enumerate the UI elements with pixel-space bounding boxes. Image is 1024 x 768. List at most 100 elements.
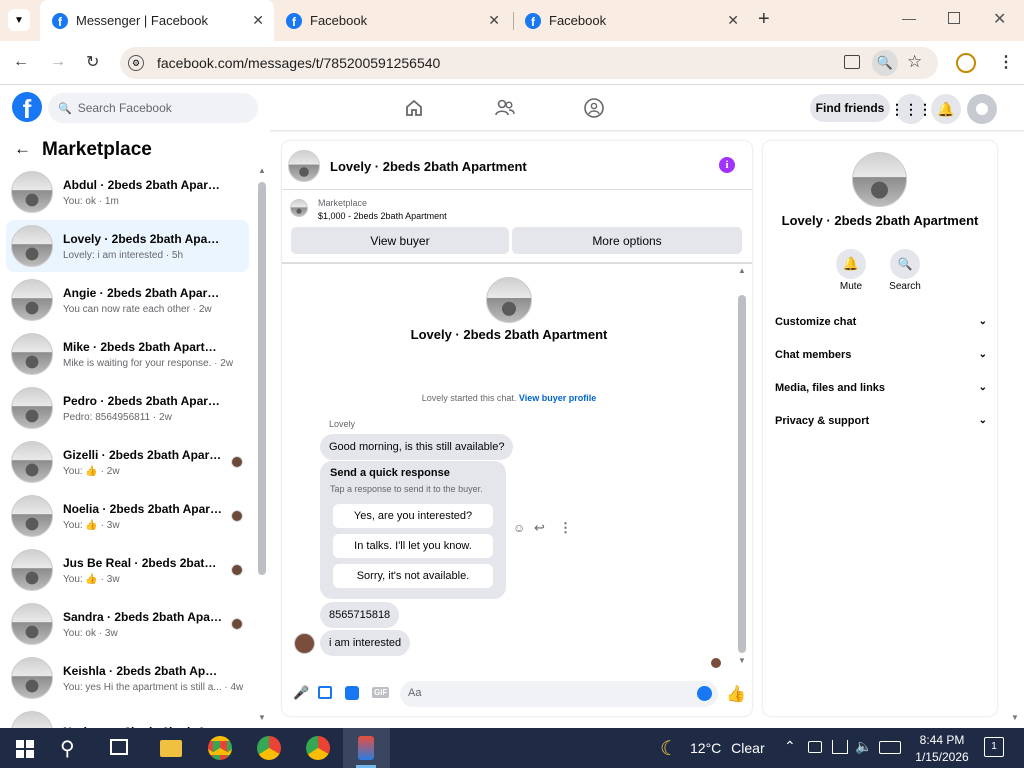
new-tab-button[interactable]: +: [758, 8, 770, 31]
message-more-icon[interactable]: ⋮: [559, 520, 572, 536]
chat-profile-avatar[interactable]: [486, 277, 532, 323]
pinned-app-icon[interactable]: [358, 736, 374, 760]
browser-menu-icon[interactable]: ⋮: [998, 52, 1014, 72]
find-friends-button[interactable]: Find friends: [810, 94, 890, 122]
more-options-button[interactable]: More options: [512, 227, 742, 254]
page-scroll-down-arrow-icon[interactable]: ▼: [1011, 713, 1019, 722]
back-arrow-icon[interactable]: ←: [13, 53, 29, 71]
reload-icon[interactable]: ↻: [86, 52, 99, 72]
zoom-icon[interactable]: 🔍: [872, 50, 898, 76]
profile-icon[interactable]: [956, 53, 976, 73]
conversation-item[interactable]: Sandra · 2beds 2bath Apartm... You: ok · …: [6, 598, 249, 650]
close-window-button[interactable]: ✕: [993, 9, 1006, 29]
tray-chevron-up-icon[interactable]: ⌃: [784, 738, 796, 755]
menu-grid-button[interactable]: ⋮⋮⋮: [890, 94, 932, 124]
clock-time[interactable]: 8:44 PM: [912, 733, 972, 747]
close-tab-icon[interactable]: ✕: [488, 12, 500, 29]
conversation-item[interactable]: Noelia · 2beds 2bath Apartm... You: 👍 · 3…: [6, 490, 249, 542]
meet-now-icon[interactable]: [808, 741, 822, 753]
friends-nav-icon[interactable]: [494, 98, 516, 118]
bookmark-star-icon[interactable]: ☆: [907, 52, 922, 72]
gif-icon[interactable]: GIF: [372, 687, 390, 698]
scroll-up-arrow-icon[interactable]: ▲: [258, 166, 266, 175]
volume-icon[interactable]: 🔈: [855, 738, 872, 755]
conversation-item[interactable]: Mike · 2beds 2bath Apartment Mike is wait…: [6, 328, 249, 380]
sticker-icon[interactable]: [345, 686, 359, 700]
browser-tab-messenger[interactable]: f Messenger | Facebook ✕: [40, 0, 274, 41]
install-app-icon[interactable]: [844, 55, 860, 69]
chat-header-avatar[interactable]: [288, 150, 320, 182]
message-input[interactable]: Aa: [400, 681, 718, 707]
minimize-window-button[interactable]: —: [902, 10, 916, 26]
section-privacy-support[interactable]: Privacy & support ⌄: [775, 415, 987, 427]
emoji-icon[interactable]: [697, 686, 712, 701]
account-avatar-button[interactable]: [967, 94, 997, 124]
browser-tab-facebook-1[interactable]: f Facebook ✕: [274, 0, 510, 41]
info-avatar[interactable]: [852, 152, 907, 207]
conversation-item[interactable]: Abdul · 2beds 2bath Apartment You: ok · 1…: [6, 166, 249, 218]
weather-widget[interactable]: 12°C Clear: [690, 740, 765, 756]
notifications-center-button[interactable]: 1: [984, 737, 1004, 757]
scroll-down-arrow-icon[interactable]: ▼: [738, 656, 746, 665]
message-bubble[interactable]: i am interested: [320, 630, 411, 656]
windows-start-icon[interactable]: [16, 740, 34, 758]
task-view-icon[interactable]: [110, 739, 128, 755]
address-bar[interactable]: ⚙ facebook.com/messages/t/78520059125654…: [120, 47, 938, 79]
conversation-item[interactable]: Jus Be Real · 2beds 2bath Ap... You: 👍 · …: [6, 544, 249, 596]
file-explorer-icon[interactable]: [160, 740, 182, 757]
browser-tab-facebook-2[interactable]: f Facebook ✕: [513, 0, 749, 41]
quick-response-yes[interactable]: Yes, are you interested?: [333, 504, 493, 528]
close-tab-icon[interactable]: ✕: [727, 12, 739, 29]
sidebar-scrollbar[interactable]: [258, 182, 266, 575]
info-icon[interactable]: i: [719, 157, 735, 173]
section-customize-chat[interactable]: Customize chat ⌄: [775, 316, 987, 328]
conversation-item[interactable]: Pedro · 2beds 2bath Apartment Pedro: 8564…: [6, 382, 249, 434]
notifications-button[interactable]: 🔔: [931, 94, 961, 124]
conversation-item[interactable]: Lovely · 2beds 2bath Apartment Lovely: i …: [6, 220, 249, 272]
message-bubble[interactable]: Good morning, is this still available?: [320, 434, 514, 460]
facebook-search-input[interactable]: 🔍 Search Facebook: [48, 93, 258, 123]
listing-price[interactable]: $1,000 - 2beds 2bath Apartment: [318, 211, 447, 221]
view-buyer-button[interactable]: View buyer: [291, 227, 509, 254]
section-chat-members[interactable]: Chat members ⌄: [775, 349, 987, 361]
groups-nav-icon[interactable]: [583, 97, 605, 119]
conversation-item[interactable]: Angie · 2beds 2bath Apartment You can now…: [6, 274, 249, 326]
quick-response-in-talks[interactable]: In talks. I'll let you know.: [333, 534, 493, 558]
site-info-icon[interactable]: ⚙: [128, 55, 144, 71]
listing-thumbnail[interactable]: [290, 199, 308, 217]
back-arrow-icon[interactable]: ←: [14, 139, 31, 159]
reply-icon[interactable]: ↩: [534, 520, 545, 536]
microphone-icon[interactable]: 🎤: [293, 685, 309, 701]
keyboard-icon[interactable]: [879, 741, 901, 754]
home-nav-icon[interactable]: [404, 98, 424, 118]
conversation-item[interactable]: Gizelli · 2beds 2bath Apartm... You: 👍 · …: [6, 436, 249, 488]
quick-response-title: Send a quick response: [330, 467, 450, 479]
clock-date[interactable]: 1/15/2026: [908, 750, 976, 764]
chat-header-title[interactable]: Lovely · 2beds 2bath Apartment: [330, 159, 527, 174]
restore-window-button[interactable]: [948, 12, 960, 24]
mute-button[interactable]: 🔔: [836, 249, 866, 279]
search-chat-button[interactable]: 🔍: [890, 249, 920, 279]
quick-response-not-available[interactable]: Sorry, it's not available.: [333, 564, 493, 588]
conversation-avatar: [11, 225, 53, 267]
url-text[interactable]: facebook.com/messages/t/785200591256540: [157, 55, 440, 71]
chrome-icon[interactable]: [208, 736, 232, 760]
chat-scrollbar[interactable]: [738, 295, 746, 653]
facebook-logo-icon[interactable]: f: [12, 92, 42, 122]
close-tab-icon[interactable]: ✕: [252, 12, 264, 29]
chrome-profile-2-icon[interactable]: [306, 736, 330, 760]
scroll-up-arrow-icon[interactable]: ▲: [738, 266, 746, 275]
photo-icon[interactable]: [318, 686, 332, 699]
tab-search-button[interactable]: ▼: [8, 9, 30, 31]
scroll-down-arrow-icon[interactable]: ▼: [258, 713, 266, 722]
taskbar-search-icon[interactable]: ⚲: [60, 736, 75, 761]
conversation-item[interactable]: Keishla · 2beds 2bath Apartment You: yes …: [6, 652, 249, 704]
section-media-files-links[interactable]: Media, files and links ⌄: [775, 382, 987, 394]
view-buyer-profile-link[interactable]: View buyer profile: [519, 393, 596, 403]
chrome-profile-f-icon[interactable]: [257, 736, 281, 760]
forward-arrow-icon[interactable]: →: [50, 53, 66, 71]
react-emoji-icon[interactable]: ☺: [513, 521, 525, 535]
network-icon[interactable]: [832, 740, 848, 754]
thumbs-up-send-icon[interactable]: 👍: [726, 684, 746, 704]
message-bubble[interactable]: 8565715818: [320, 602, 400, 628]
